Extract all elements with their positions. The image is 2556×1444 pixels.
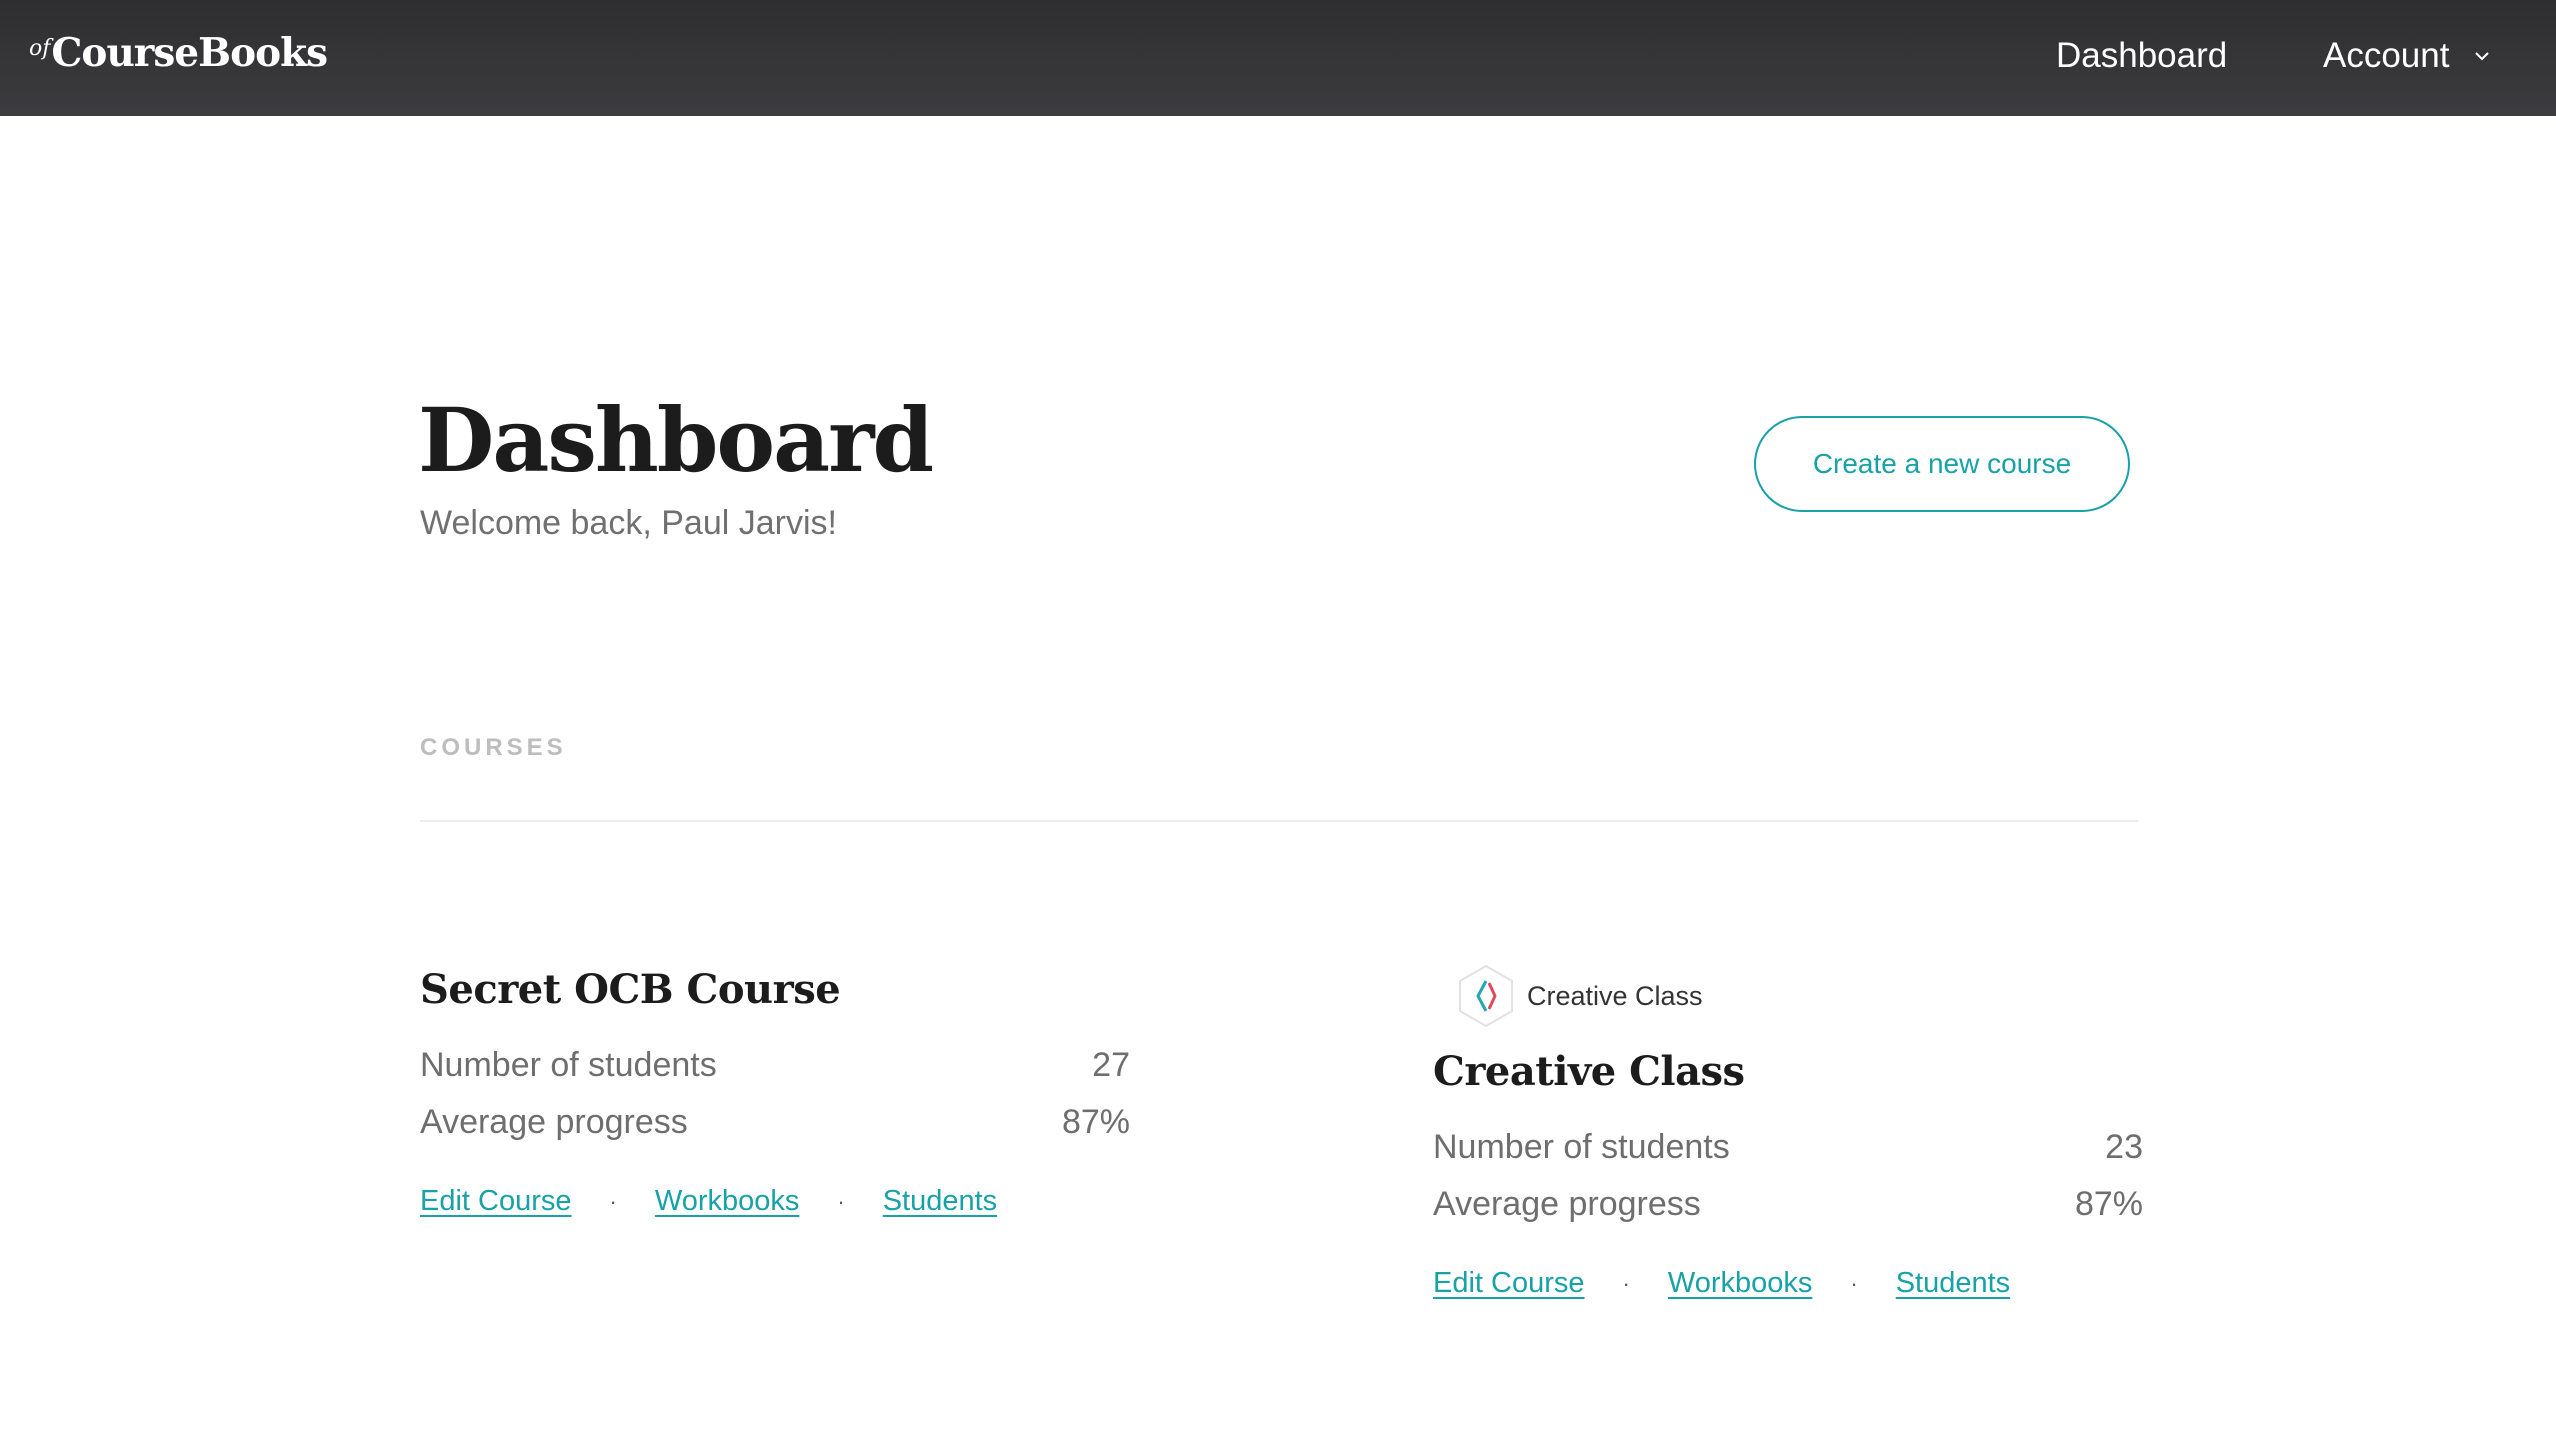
stat-label: Average progress <box>420 1103 688 1141</box>
course-title: Secret OCB Course <box>420 966 841 1013</box>
link-separator: · <box>1850 1270 1858 1296</box>
stat-value: 23 <box>2105 1128 2143 1166</box>
edit-course-link[interactable]: Edit Course <box>1433 1267 1585 1300</box>
students-link[interactable]: Students <box>1896 1267 2010 1300</box>
stat-value: 27 <box>1092 1046 1130 1084</box>
chevron-down-icon <box>2475 52 2490 61</box>
course-logo-text: Creative Class <box>1527 980 1703 1011</box>
course-links: Edit Course · Workbooks · Students <box>1433 1267 2143 1300</box>
course-card: Creative Class Creative Class Number of … <box>1433 956 2143 1300</box>
stat-label: Number of students <box>1433 1128 1730 1166</box>
stat-label: Average progress <box>1433 1185 1701 1223</box>
stat-row-progress: Average progress 87% <box>420 1094 1130 1151</box>
workbooks-link[interactable]: Workbooks <box>1668 1267 1813 1300</box>
nav-dashboard-link[interactable]: Dashboard <box>2056 36 2227 76</box>
stat-value: 87% <box>2074 1185 2143 1223</box>
courses-section-label: COURSES <box>420 734 567 761</box>
course-logo: Creative Class <box>1433 956 2143 1036</box>
section-divider <box>420 820 2138 822</box>
welcome-message: Welcome back, Paul Jarvis! <box>420 504 837 542</box>
stat-row-progress: Average progress 87% <box>1433 1176 2143 1233</box>
students-link[interactable]: Students <box>883 1185 997 1218</box>
stat-label: Number of students <box>420 1046 717 1084</box>
page-title: Dashboard <box>418 388 934 492</box>
course-card: Secret OCB Course Number of students 27 … <box>420 966 1130 1218</box>
course-links: Edit Course · Workbooks · Students <box>420 1185 1130 1218</box>
workbooks-link[interactable]: Workbooks <box>655 1185 800 1218</box>
course-title: Creative Class <box>1433 1048 1745 1095</box>
link-separator: · <box>1622 1270 1630 1296</box>
top-nav-bar: of CourseBooks Dashboard Account <box>0 0 2556 116</box>
create-new-course-button[interactable]: Create a new course <box>1754 416 2130 512</box>
site-logo[interactable]: of CourseBooks <box>29 30 328 76</box>
nav-account-menu[interactable]: Account <box>2323 36 2493 76</box>
stat-row-students: Number of students 27 <box>420 1037 1130 1094</box>
stat-value: 87% <box>1061 1103 1130 1141</box>
stat-row-students: Number of students 23 <box>1433 1119 2143 1176</box>
link-separator: · <box>609 1188 617 1214</box>
logo-prefix: of <box>29 36 51 61</box>
link-separator: · <box>837 1188 845 1214</box>
edit-course-link[interactable]: Edit Course <box>420 1185 572 1218</box>
creative-class-logo-icon <box>1459 964 1513 1028</box>
nav-account-label: Account <box>2323 36 2450 75</box>
logo-name: CourseBooks <box>51 30 328 76</box>
